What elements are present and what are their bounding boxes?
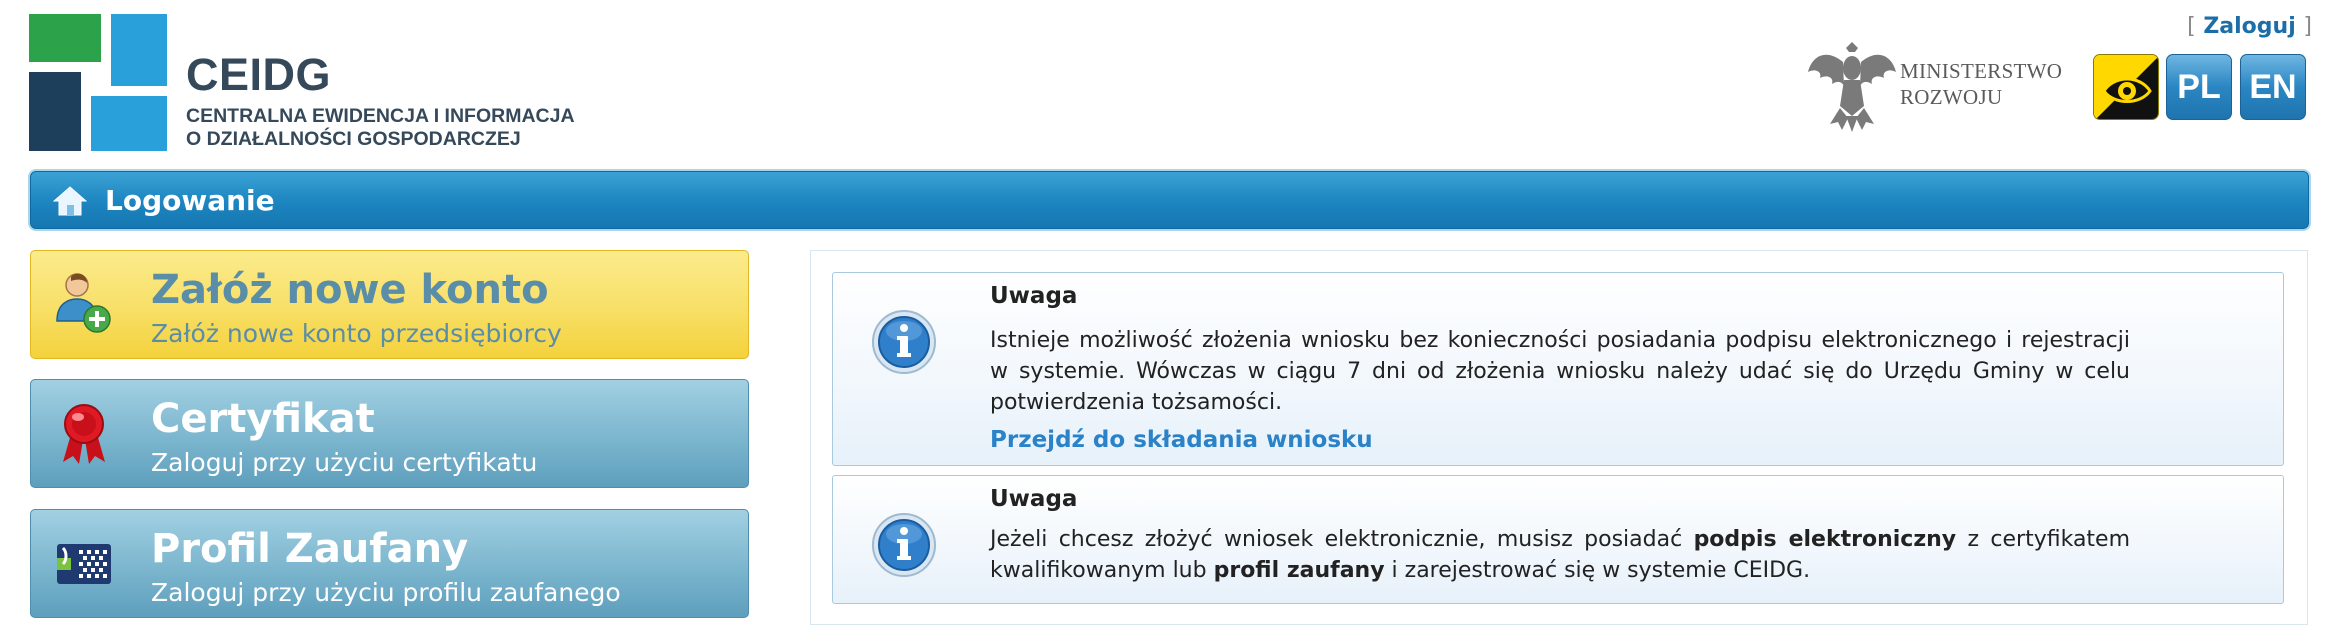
certificate-subtitle: Zaloguj przy użyciu certyfikatu xyxy=(151,448,538,477)
language-en-button[interactable]: EN xyxy=(2240,54,2306,120)
notice-bold-text: profil zaufany xyxy=(1213,558,1385,583)
logo-subtitle-line1: CENTRALNA EWIDENCJA I INFORMACJA xyxy=(186,105,575,127)
eye-icon xyxy=(2094,55,2158,119)
notice-box: Uwaga Istnieje możliwość złożenia wniosk… xyxy=(832,272,2284,466)
notice-heading: Uwaga xyxy=(990,283,1078,309)
logo-subtitle-line2: O DZIAŁALNOŚCI GOSPODARCZEJ xyxy=(186,128,521,150)
notice-body: Jeżeli chcesz złożyć wniosek elektronicz… xyxy=(990,524,2130,586)
ministry-name: MINISTERSTWO ROZWOJU xyxy=(1900,58,2062,110)
notice-text: Jeżeli chcesz złożyć wniosek elektronicz… xyxy=(990,527,1694,552)
certificate-login-button[interactable]: Certyfikat Zaloguj przy użyciu certyfika… xyxy=(30,379,749,488)
ministry-line1: MINISTERSTWO xyxy=(1900,59,2063,83)
create-account-title: Załóż nowe konto xyxy=(151,267,549,313)
user-add-icon xyxy=(56,273,111,333)
login-link[interactable]: [ Zaloguj ] xyxy=(2187,14,2312,39)
certificate-title: Certyfikat xyxy=(151,396,375,442)
trusted-profile-subtitle: Zaloguj przy użyciu profilu zaufanego xyxy=(151,578,621,607)
login-bracket-close: ] xyxy=(2303,14,2312,39)
page-title: Logowanie xyxy=(105,184,275,217)
trusted-profile-icon xyxy=(57,544,111,584)
notice-box: Uwaga Jeżeli chcesz złożyć wniosek elekt… xyxy=(832,475,2284,604)
ministry-line2: ROZWOJU xyxy=(1900,85,2003,109)
ceidg-logo-icon xyxy=(29,14,167,151)
notice-text: i zarejestrować się w systemie CEIDG. xyxy=(1384,558,1811,583)
login-label[interactable]: Zaloguj xyxy=(2203,14,2295,39)
accessibility-button[interactable] xyxy=(2093,54,2159,120)
info-icon xyxy=(872,310,936,374)
language-pl-button[interactable]: PL xyxy=(2166,54,2232,120)
notice-body: Istnieje możliwość złożenia wniosku bez … xyxy=(990,328,2130,415)
submit-application-link[interactable]: Przejdź do składania wniosku xyxy=(990,427,1373,453)
page-title-bar: Logowanie xyxy=(30,171,2309,229)
notice-bold-text: podpis elektroniczny xyxy=(1693,527,1957,552)
home-icon xyxy=(53,186,87,216)
notice-heading: Uwaga xyxy=(990,486,1078,512)
trusted-profile-login-button[interactable]: Profil Zaufany Zaloguj przy użyciu profi… xyxy=(30,509,749,618)
create-account-button[interactable]: Załóż nowe konto Załóż nowe konto przeds… xyxy=(30,250,749,359)
certificate-ribbon-icon xyxy=(63,404,105,464)
create-account-subtitle: Załóż nowe konto przedsiębiorcy xyxy=(151,319,562,348)
notice-panel: Uwaga Istnieje możliwość złożenia wniosk… xyxy=(810,250,2308,625)
trusted-profile-title: Profil Zaufany xyxy=(151,526,469,572)
polish-eagle-emblem-icon xyxy=(1808,42,1896,132)
logo-title: CEIDG xyxy=(186,49,332,100)
login-bracket-open: [ xyxy=(2187,14,2196,39)
info-icon xyxy=(872,513,936,577)
